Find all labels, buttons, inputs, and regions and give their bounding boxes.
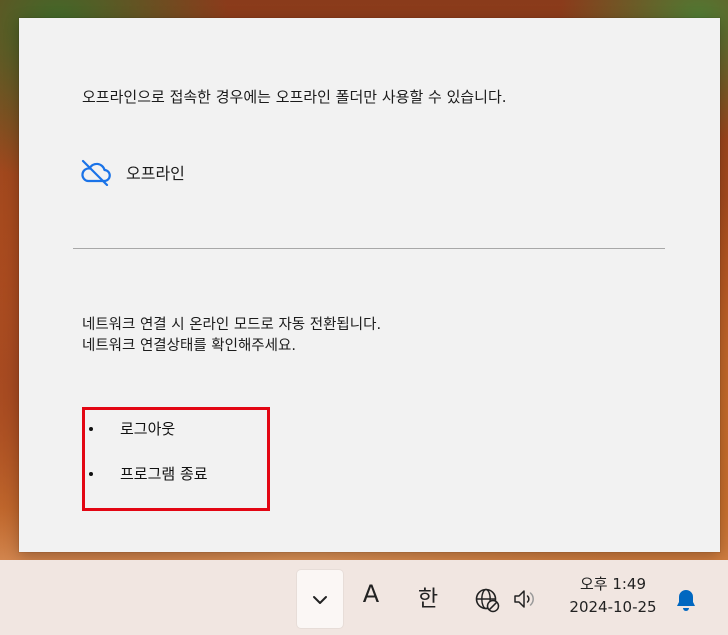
- ime-language-indicator[interactable]: 한: [413, 581, 443, 613]
- logout-label: 로그아웃: [120, 420, 176, 438]
- quit-program-menu-item[interactable]: 프로그램 종료: [89, 463, 208, 484]
- network-message: 네트워크 연결 시 온라인 모드로 자동 전환됩니다. 네트워크 연결상태를 확…: [82, 315, 381, 357]
- quit-program-label: 프로그램 종료: [120, 465, 208, 483]
- clock-date: 2024-10-25: [569, 598, 657, 616]
- action-menu: 로그아웃 프로그램 종료: [82, 407, 270, 511]
- logout-menu-item[interactable]: 로그아웃: [89, 418, 175, 439]
- clock-time: 오후 1:49: [579, 575, 647, 593]
- network-message-line-1: 네트워크 연결 시 온라인 모드로 자동 전환됩니다.: [82, 317, 382, 333]
- system-clock[interactable]: 오후 1:49 2024-10-25: [558, 573, 668, 619]
- status-label: 오프라인: [126, 164, 185, 183]
- cloud-offline-icon: [79, 158, 112, 186]
- speaker-icon[interactable]: [512, 588, 538, 614]
- bell-icon[interactable]: [675, 588, 697, 616]
- bullet: [89, 426, 93, 431]
- globe-blocked-icon[interactable]: [474, 587, 500, 617]
- ime-mode-indicator[interactable]: A: [359, 580, 383, 608]
- network-message-line-2: 네트워크 연결상태를 확인해주세요.: [82, 338, 296, 354]
- taskbar: A 한 오후 1:49 2024-10-25: [0, 560, 728, 635]
- offline-status-popup: 오프라인으로 접속한 경우에는 오프라인 폴더만 사용할 수 있습니다. 오프라…: [19, 18, 720, 552]
- divider: [73, 248, 665, 249]
- offline-info-text: 오프라인으로 접속한 경우에는 오프라인 폴더만 사용할 수 있습니다.: [82, 88, 507, 106]
- bullet: [89, 471, 93, 476]
- connection-status: 오프라인: [79, 158, 185, 186]
- chevron-down-icon: [312, 590, 328, 609]
- show-hidden-icons-button[interactable]: [297, 570, 343, 628]
